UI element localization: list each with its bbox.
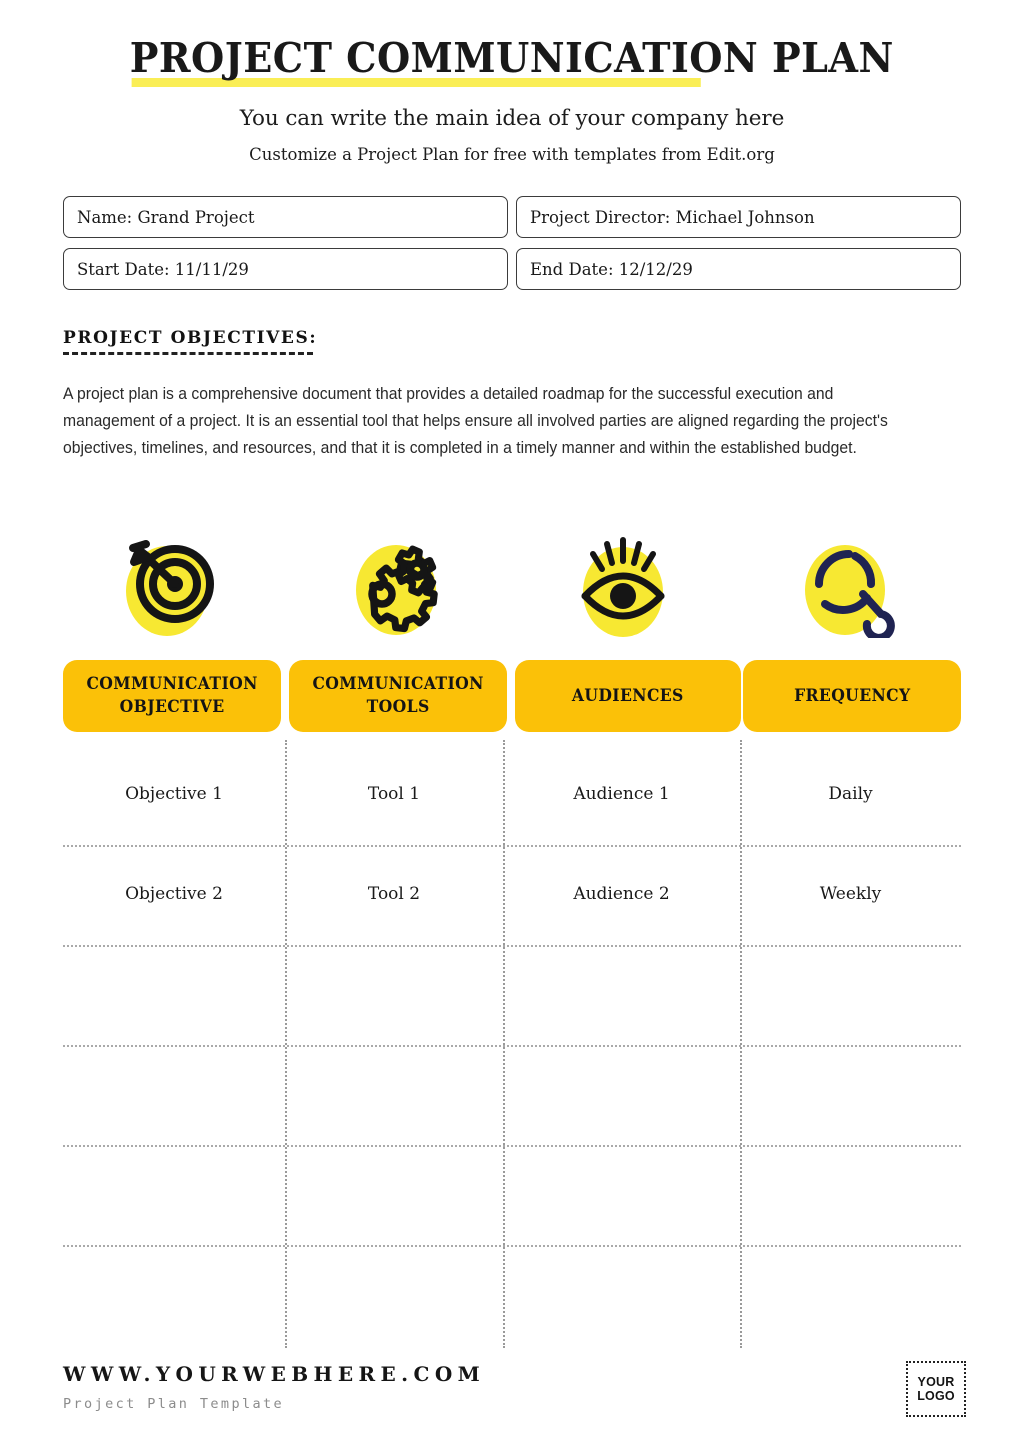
end-date-field[interactable]: End Date: 12/12/29 (516, 248, 961, 290)
header-line-1: COMMUNICATION (86, 674, 258, 694)
row-divider-5 (63, 1245, 961, 1247)
table-row[interactable] (740, 1082, 961, 1106)
column-header-frequency[interactable]: FREQUENCY (743, 660, 961, 732)
table-row[interactable] (285, 1182, 503, 1206)
table-row[interactable]: Tool 2 (285, 882, 503, 906)
header-line-1: FREQUENCY (793, 685, 911, 706)
header-line-1: AUDIENCES (572, 685, 684, 706)
table-row[interactable] (503, 1182, 740, 1206)
field-row-1: Name: Grand Project Project Director: Mi… (63, 196, 961, 238)
start-date-field[interactable]: Start Date: 11/11/29 (63, 248, 508, 290)
column-divider-3 (740, 740, 742, 1348)
communication-plan-table: Objective 1 Tool 1 Audience 1 Daily Obje… (63, 740, 961, 1348)
column-divider-1 (285, 740, 287, 1348)
row-divider-3 (63, 1045, 961, 1047)
project-objectives-body[interactable]: A project plan is a comprehensive docume… (63, 381, 922, 462)
footer-subtitle: Project Plan Template (63, 1396, 285, 1412)
column-header-audiences[interactable]: AUDIENCES (515, 660, 741, 732)
table-row[interactable] (503, 1082, 740, 1106)
project-objectives-heading-block: PROJECT OBJECTIVES: (63, 328, 317, 355)
table-row[interactable] (63, 1182, 285, 1206)
column-header-communication-tools[interactable]: COMMUNICATION TOOLS (289, 660, 507, 732)
table-row[interactable]: Tool 1 (285, 782, 503, 806)
header-line-1: COMMUNICATION (312, 674, 484, 694)
subtitle: You can write the main idea of your comp… (239, 106, 785, 131)
table-row[interactable] (63, 1082, 285, 1106)
project-objectives-heading: PROJECT OBJECTIVES: (63, 328, 318, 348)
row-divider-2 (63, 945, 961, 947)
project-info-fields: Name: Grand Project Project Director: Mi… (63, 196, 961, 300)
logo-line-2: LOGO (917, 1389, 955, 1403)
table-row[interactable] (285, 1282, 503, 1306)
row-divider-1 (63, 845, 961, 847)
tagline: Customize a Project Plan for free with t… (249, 145, 775, 164)
project-name-field[interactable]: Name: Grand Project (63, 196, 508, 238)
table-header-row: COMMUNICATION OBJECTIVE COMMUNICATION TO… (63, 660, 961, 732)
table-row[interactable] (740, 1182, 961, 1206)
table-row[interactable] (285, 982, 503, 1006)
eye-icon (573, 532, 673, 638)
project-director-field[interactable]: Project Director: Michael Johnson (516, 196, 961, 238)
table-row[interactable] (285, 1082, 503, 1106)
magnifier-icon (799, 532, 899, 638)
column-divider-2 (503, 740, 505, 1348)
gears-icon (348, 532, 448, 638)
table-row[interactable] (63, 1282, 285, 1306)
table-row[interactable]: Objective 2 (63, 882, 285, 906)
column-header-communication-objective[interactable]: COMMUNICATION OBJECTIVE (63, 660, 281, 732)
target-icon (122, 532, 222, 638)
table-row[interactable]: Audience 1 (503, 782, 740, 806)
heading-dashed-rule (63, 352, 313, 355)
table-row[interactable] (740, 982, 961, 1006)
field-row-2: Start Date: 11/11/29 End Date: 12/12/29 (63, 248, 961, 290)
project-communication-plan-page: PROJECT COMMUNICATION PLAN You can write… (0, 0, 1024, 1448)
logo-placeholder[interactable]: YOUR LOGO (906, 1361, 966, 1417)
header-line-2: OBJECTIVE (119, 697, 225, 717)
page-title-text: PROJECT COMMUNICATION PLAN (129, 34, 894, 82)
header-line-2: TOOLS (366, 697, 430, 717)
table-row[interactable] (740, 1282, 961, 1306)
footer-website[interactable]: WWW.YOURWEBHERE.COM (63, 1362, 485, 1386)
table-row[interactable] (503, 982, 740, 1006)
table-row[interactable]: Audience 2 (503, 882, 740, 906)
table-row[interactable] (503, 1282, 740, 1306)
category-icons-row (63, 532, 961, 640)
title-block: PROJECT COMMUNICATION PLAN (0, 38, 1024, 87)
table-row[interactable] (63, 982, 285, 1006)
row-divider-4 (63, 1145, 961, 1147)
page-title: PROJECT COMMUNICATION PLAN (130, 38, 894, 87)
table-row[interactable]: Weekly (740, 882, 961, 906)
table-row[interactable]: Daily (740, 782, 961, 806)
table-row[interactable]: Objective 1 (63, 782, 285, 806)
logo-line-1: YOUR (917, 1375, 955, 1389)
